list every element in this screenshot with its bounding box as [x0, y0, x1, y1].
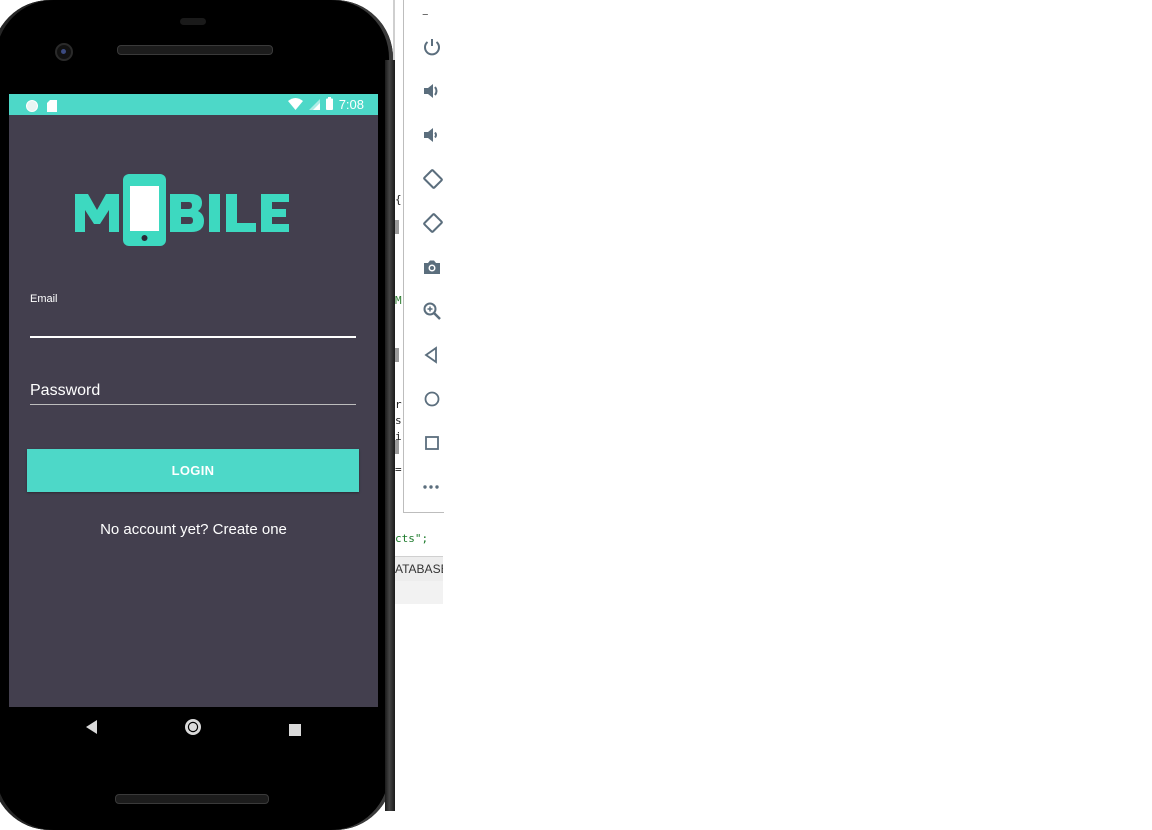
phone-sensor: [180, 18, 206, 25]
camera-icon[interactable]: [422, 256, 444, 278]
volume-down-icon[interactable]: [422, 124, 444, 146]
logo-letter-b: [170, 194, 204, 232]
code-fragment: {: [395, 193, 402, 206]
ide-tab[interactable]: ATABASE_: [393, 556, 443, 582]
phone-edge: [385, 60, 395, 811]
status-clock: 7:08: [338, 97, 364, 112]
bottom-speaker: [115, 794, 269, 804]
logo-letter-e: [261, 194, 289, 232]
earpiece-speaker: [117, 45, 273, 55]
code-fragment: r: [395, 398, 402, 411]
rotate-left-icon[interactable]: [422, 168, 444, 190]
wifi-icon: [287, 95, 303, 114]
email-field[interactable]: [30, 310, 356, 338]
logo-letter-m: [75, 194, 119, 232]
logo-letter-l: [226, 194, 256, 232]
ide-gutter-marker: [395, 348, 399, 362]
email-label: Email: [30, 293, 58, 305]
navigation-bar: [9, 707, 378, 749]
sd-card-icon: [47, 97, 57, 116]
login-button[interactable]: LOGIN: [27, 449, 359, 492]
zoom-icon[interactable]: [422, 300, 444, 322]
logo-phone-screen: [130, 186, 159, 231]
minimize-button[interactable]: –: [422, 3, 444, 25]
code-fragment: M: [395, 294, 402, 307]
app-screen: 7:08 Email LOGIN No account yet? Create …: [9, 94, 378, 707]
code-fragment: s: [395, 414, 402, 427]
ide-bottom-bar: [393, 581, 443, 604]
battery-icon: [325, 95, 333, 114]
power-icon[interactable]: [422, 36, 444, 58]
back-icon[interactable]: [422, 344, 444, 366]
password-field[interactable]: [30, 378, 356, 405]
rotate-right-icon[interactable]: [422, 212, 444, 234]
more-icon[interactable]: [422, 476, 444, 498]
logo-letter-i: [209, 194, 220, 232]
notification-circle-icon: [26, 97, 38, 116]
front-camera: [55, 43, 73, 61]
nav-recents-icon[interactable]: [289, 721, 301, 740]
code-fragment: i: [395, 430, 402, 443]
status-bar: 7:08: [9, 94, 378, 115]
emulator-toolbar: –: [403, 0, 444, 513]
logo-phone-button: [141, 235, 148, 241]
code-fragment: cts";: [395, 532, 429, 545]
nav-home-icon[interactable]: [184, 718, 202, 740]
create-account-link[interactable]: No account yet? Create one: [9, 521, 378, 538]
volume-up-icon[interactable]: [422, 80, 444, 102]
nav-back-icon[interactable]: [85, 719, 99, 739]
mobile-logo: [75, 174, 289, 246]
ide-gutter-marker: [395, 220, 399, 234]
home-icon[interactable]: [422, 388, 444, 410]
overview-icon[interactable]: [422, 432, 444, 454]
signal-icon: [308, 95, 320, 114]
code-fragment: =: [395, 463, 402, 476]
